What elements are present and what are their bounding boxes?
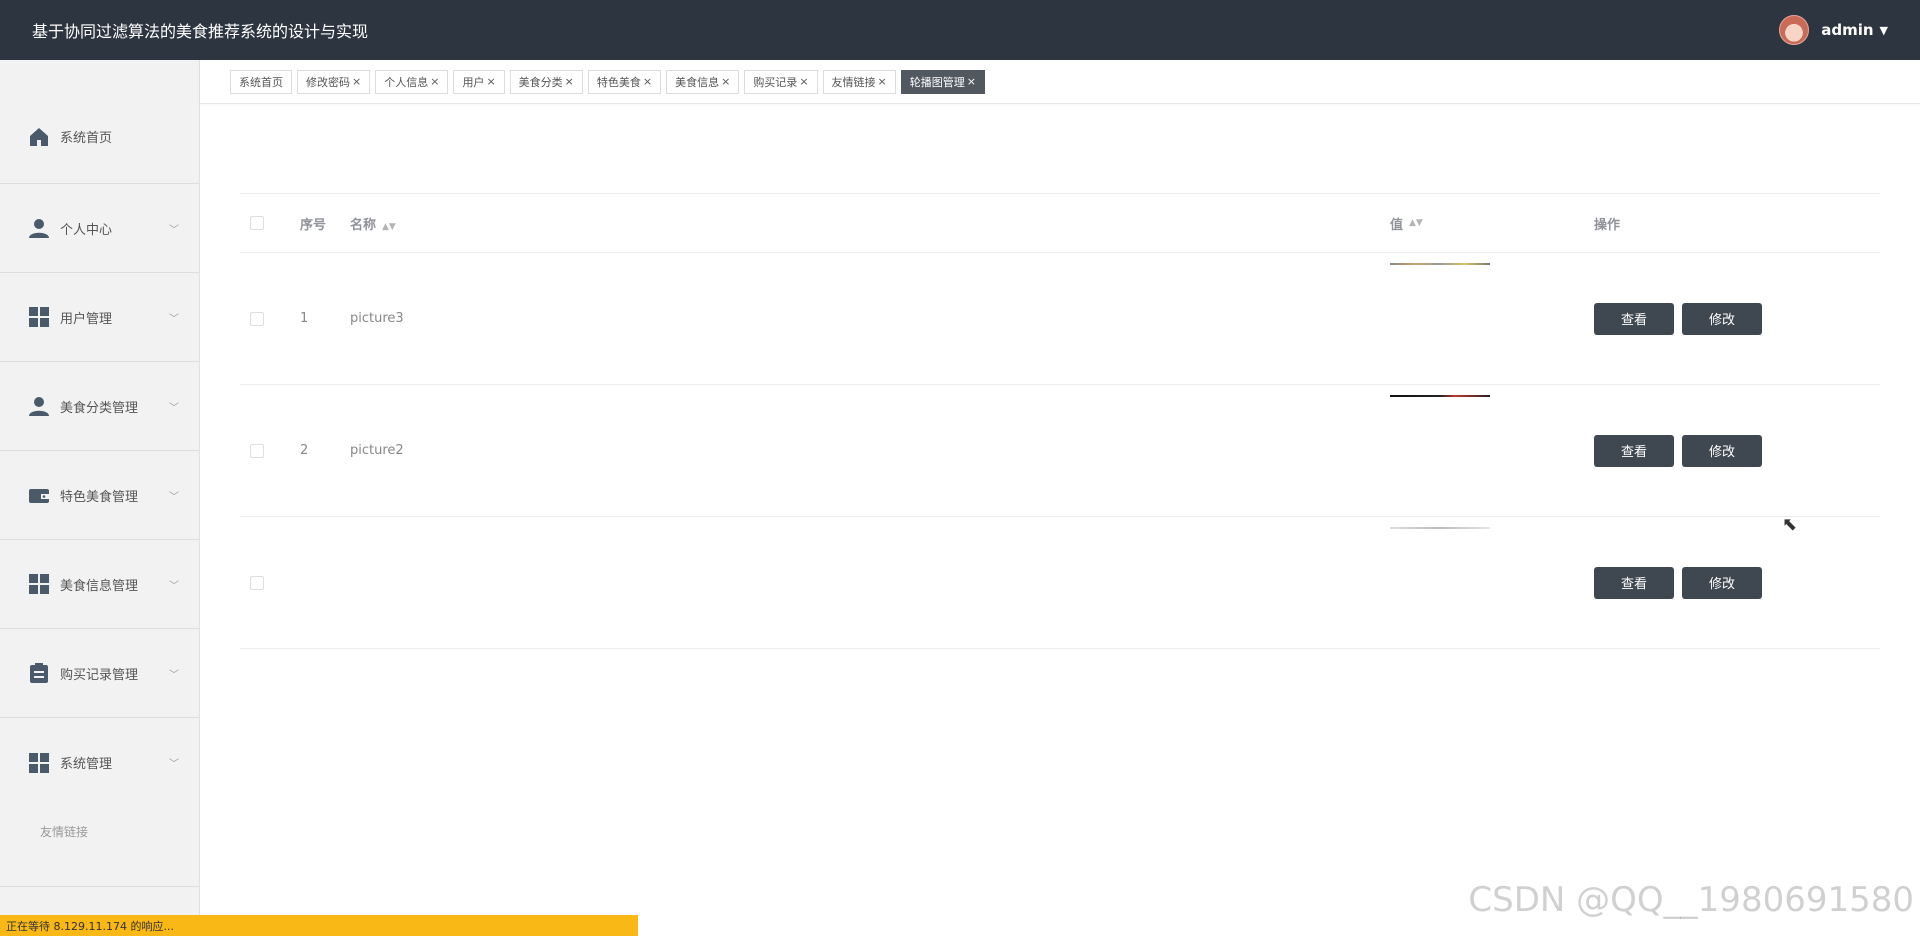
header-name[interactable]: 名称 ▲▼ [350,214,1390,233]
mouse-cursor-icon: ⬉ [1782,514,1798,535]
row-name: picture3 [350,311,404,326]
tab-user[interactable]: 用户 × [453,69,505,94]
watermark: CSDN @QQ__1980691580 [1468,880,1914,920]
row-index: 1 [300,311,309,326]
app-title: 基于协同过滤算法的美食推荐系统的设计与实现 [32,22,369,41]
thumbnail-image [1390,263,1490,265]
clipboard-icon [28,662,50,684]
sort-icon[interactable]: ▲▼ [382,222,396,232]
close-icon[interactable]: × [878,75,887,88]
sidebar-item-label: 特色美食管理 [60,489,139,505]
row-name: picture2 [350,443,404,458]
tab-home[interactable]: 系统首页 [230,69,292,94]
select-all-checkbox[interactable] [250,216,264,230]
sidebar-item-label: 购买记录管理 [60,667,139,683]
header-op: 操作 [1594,217,1621,233]
chevron-down-icon: ﹀ [169,313,179,325]
row-checkbox[interactable] [250,575,264,590]
row-thumbnail [1390,253,1590,384]
sidebar: 系统首页 个人中心 ﹀ 用户管理 ﹀ 美食分类管理 ﹀ 特色美食管理 ﹀ 美食信… [0,60,200,936]
edit-button[interactable]: 修改 [1682,566,1762,599]
table-header: 序号 名称 ▲▼ 值 ▲▼ 操作 [240,193,1880,253]
tab-special-food[interactable]: 特色美食 × [587,69,662,94]
row-checkbox[interactable] [250,311,264,326]
view-button[interactable]: 查看 [1594,434,1674,467]
header-index: 序号 [300,217,327,233]
sidebar-item-label: 美食分类管理 [60,400,139,416]
chevron-down-icon: ﹀ [169,224,179,236]
chevron-down-icon: ﹀ [169,580,179,592]
sidebar-item-food-info[interactable]: 美食信息管理 ﹀ [0,540,199,629]
avatar[interactable] [1779,15,1810,45]
row-thumbnail [1390,517,1590,648]
close-icon[interactable]: × [430,75,439,88]
thumbnail-image [1390,527,1490,529]
table-row: 1 picture3 查看 修改 [240,253,1880,385]
close-icon[interactable]: × [352,75,361,88]
sidebar-subitem-links[interactable]: 友情链接 [0,807,199,887]
view-button[interactable]: 查看 [1594,566,1674,599]
user-icon [28,395,50,417]
grid-icon [28,306,50,328]
tab-links[interactable]: 友情链接 × [822,69,896,94]
sidebar-item-label: 系统首页 [60,131,113,146]
sidebar-item-personal[interactable]: 个人中心 ﹀ [0,184,199,273]
close-icon[interactable]: × [486,75,495,88]
close-icon[interactable]: × [721,75,730,88]
close-icon[interactable]: × [643,75,652,88]
chevron-down-icon: ﹀ [169,669,179,681]
chevron-down-icon: ﹀ [169,402,179,414]
row-thumbnail [1390,385,1590,516]
caret-down-icon[interactable]: ▼ [1880,24,1888,37]
sidebar-item-label: 用户管理 [60,311,113,327]
sort-icon[interactable]: ▲▼ [1409,218,1423,228]
tab-change-password[interactable]: 修改密码 × [297,69,371,94]
sidebar-item-special-food[interactable]: 特色美食管理 ﹀ [0,451,199,540]
user-menu[interactable]: admin ▼ [1779,15,1888,45]
tab-food-info[interactable]: 美食信息 × [666,69,740,94]
chevron-down-icon: ﹀ [169,491,179,503]
edit-button[interactable]: 修改 [1682,434,1762,467]
table-row: 2 picture2 查看 修改 [240,385,1880,517]
chevron-down-icon: ﹀ [169,759,179,770]
carousel-table: 序号 名称 ▲▼ 值 ▲▼ 操作 1 picture3 查看 修改 2 pictur… [240,193,1880,649]
sidebar-item-users[interactable]: 用户管理 ﹀ [0,273,199,362]
tab-purchase[interactable]: 购买记录 × [744,69,818,94]
browser-status-bar: 正在等待 8.129.11.174 的响应... [0,915,638,936]
username[interactable]: admin [1821,21,1873,39]
home-icon [28,126,50,148]
sidebar-item-food-category[interactable]: 美食分类管理 ﹀ [0,362,199,451]
wallet-icon [28,484,50,506]
row-checkbox[interactable] [250,443,264,458]
top-header: 基于协同过滤算法的美食推荐系统的设计与实现 admin ▼ [0,0,1920,60]
sidebar-item-label: 系统管理 [60,757,113,772]
close-icon[interactable]: × [565,75,574,88]
sidebar-item-purchase[interactable]: 购买记录管理 ﹀ [0,629,199,718]
grid-icon [28,752,50,774]
view-button[interactable]: 查看 [1594,302,1674,335]
close-icon[interactable]: × [799,75,808,88]
tab-carousel[interactable]: 轮播图管理 × [900,69,985,94]
edit-button[interactable]: 修改 [1682,302,1762,335]
thumbnail-image [1390,395,1490,397]
close-icon[interactable]: × [967,75,976,88]
table-row: 查看 修改 [240,517,1880,649]
sidebar-item-system[interactable]: 系统管理 ﹀ [0,718,199,807]
grid-icon [28,573,50,595]
sidebar-item-home[interactable]: 系统首页 [0,60,199,184]
user-icon [28,217,50,239]
tab-food-category[interactable]: 美食分类 × [509,69,583,94]
tab-bar: 系统首页 修改密码 × 个人信息 × 用户 × 美食分类 × 特色美食 × 美食信息 × 购… [200,60,1920,104]
sidebar-item-label: 美食信息管理 [60,578,139,594]
tab-personal-info[interactable]: 个人信息 × [375,69,449,94]
header-value[interactable]: 值 ▲▼ [1390,194,1590,252]
sidebar-item-label: 个人中心 [60,222,113,238]
row-index: 2 [300,443,309,458]
